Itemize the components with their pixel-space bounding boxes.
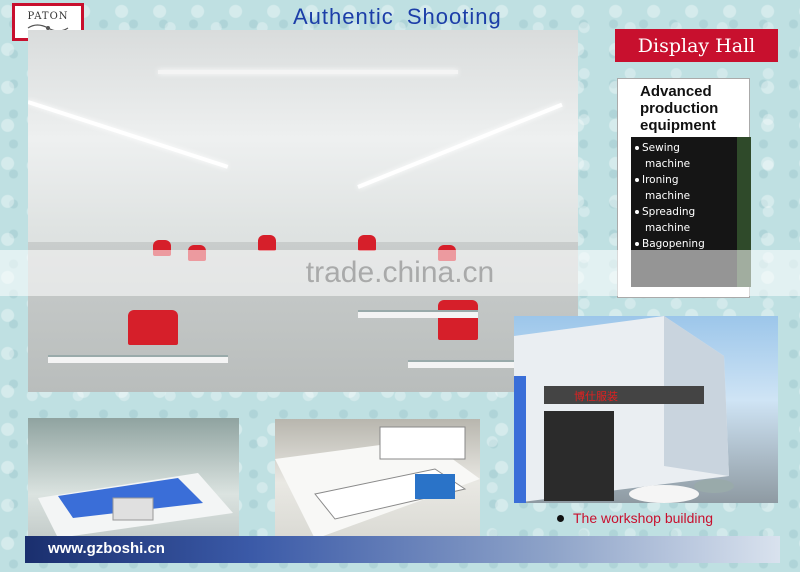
page-title: Authentic Shooting (293, 4, 502, 29)
equipment-heading: Advanced production equipment (618, 79, 749, 134)
factory-floor-photo (28, 30, 578, 392)
equipment-heading-line-3: equipment (640, 117, 716, 134)
workshop-caption: The workshop building (557, 510, 713, 526)
building-sign: 博仕服装 (574, 390, 618, 403)
list-item: Sewing machine (635, 140, 733, 172)
list-item: Spreading machine (635, 204, 733, 236)
workshop-building-photo: 博仕服装 (514, 316, 778, 503)
spreading-machine-photo (275, 419, 480, 546)
workshop-caption-text: The workshop building (573, 510, 714, 526)
bullet-icon (635, 242, 639, 246)
list-item: Ironing machine (635, 172, 733, 204)
display-hall-label: Display Hall (615, 29, 778, 62)
website-link[interactable]: www.gzboshi.cn (48, 540, 165, 557)
watermark: trade.china.cn (0, 250, 800, 296)
bullet-icon (557, 514, 564, 522)
equipment-heading-line-1: Advanced (640, 83, 712, 100)
bullet-icon (635, 146, 639, 150)
brand-name: PATON (27, 10, 69, 22)
bullet-icon (635, 210, 639, 214)
equipment-heading-line-2: production (640, 100, 719, 117)
footer-bar: www.gzboshi.cn (25, 536, 780, 563)
bullet-icon (635, 178, 639, 182)
cutting-table-photo (28, 418, 239, 545)
